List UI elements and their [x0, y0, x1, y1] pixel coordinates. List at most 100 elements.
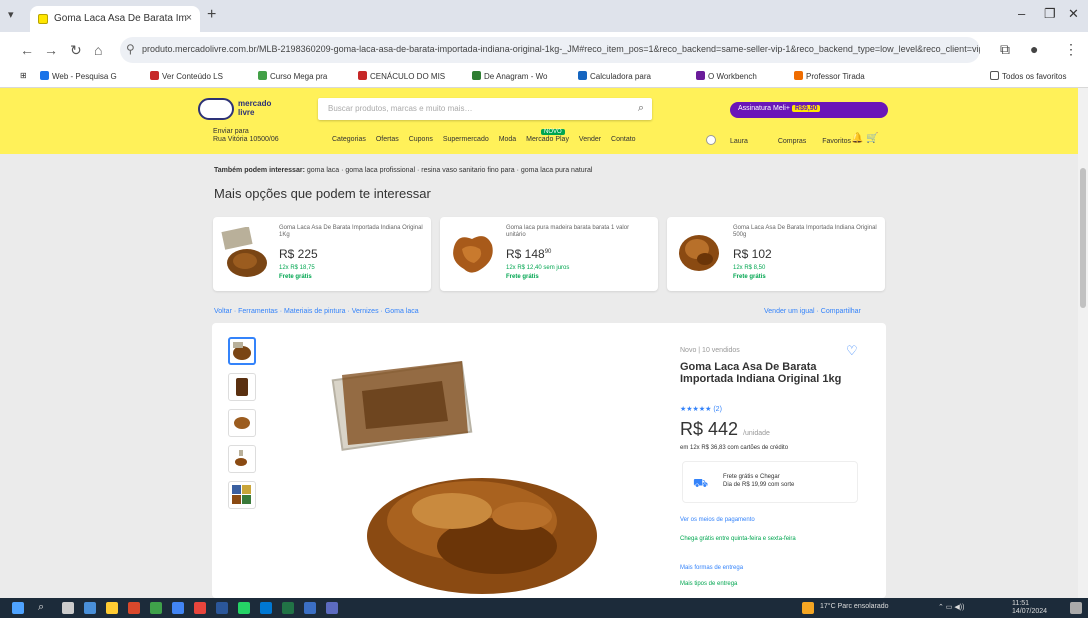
app-icon[interactable] [84, 602, 96, 614]
gallery-thumbnail[interactable] [228, 373, 256, 401]
bookmark-item[interactable]: Web - Pesquisa G [40, 71, 117, 81]
app-icon[interactable] [128, 602, 140, 614]
bookmark-item[interactable]: O Workbench [696, 71, 757, 81]
tray-icons[interactable]: ⌃ ▭ ◀)) [938, 603, 964, 611]
recommended-product-card[interactable]: Goma Laca Asa De Barata Importada Indian… [667, 217, 885, 291]
nav-ofertas[interactable]: Ofertas [376, 136, 399, 143]
installments-text: em 12x R$ 36,83 com cartões de crédito [680, 445, 789, 451]
product-title: Goma Laca Asa De Barata Importada Indian… [680, 361, 842, 385]
promo-banner[interactable]: Assinatura Meli+ R$9,90 [730, 102, 888, 118]
browser-tab[interactable]: Goma Laca Asa De Barata Im × [30, 6, 200, 32]
product-main-image[interactable] [322, 341, 622, 598]
minimize-icon[interactable]: – [1018, 6, 1025, 21]
shipping-box[interactable]: ⛟ Frete grátis e Chegar Dia de R$ 19,99 … [682, 461, 858, 503]
excel-icon[interactable] [282, 602, 294, 614]
bookmark-favicon-icon [358, 71, 367, 80]
search-icon[interactable]: ⌕ [38, 601, 44, 614]
gallery-thumbnail[interactable] [228, 445, 256, 473]
new-tab-button[interactable]: + [207, 6, 216, 24]
page-scrollbar[interactable] [1078, 88, 1088, 598]
forward-icon[interactable]: → [44, 42, 58, 58]
favorite-heart-icon[interactable]: ♡ [846, 343, 858, 359]
weather-icon [802, 602, 814, 614]
notification-center-icon[interactable] [1070, 602, 1082, 614]
file-explorer-icon[interactable] [106, 602, 118, 614]
card-shipping: Frete grátis [279, 274, 312, 280]
maximize-icon[interactable]: ❐ [1044, 6, 1056, 22]
user-account[interactable]: Laura [706, 135, 762, 145]
nav-vender[interactable]: Vender [579, 136, 601, 143]
address-bar[interactable]: ⚲ produto.mercadolivre.com.br/MLB-219836… [120, 37, 980, 63]
payment-methods-link[interactable]: Ver os meios de pagamento [680, 517, 755, 523]
app-icon[interactable] [326, 602, 338, 614]
reload-icon[interactable]: ↻ [70, 42, 82, 59]
product-panel: Novo | 10 vendidos ♡ Goma Laca Asa De Ba… [212, 323, 886, 598]
nav-moda[interactable]: Moda [499, 136, 517, 143]
price-unit: /unidade [743, 430, 770, 437]
search-icon[interactable]: ⌕ [638, 102, 644, 115]
mercadolivre-logo[interactable]: mercado livre [198, 96, 290, 122]
nav-categorias[interactable]: Categorias [332, 136, 366, 143]
bookmark-item[interactable]: Todos os favoritos [990, 71, 1066, 81]
menu-icon[interactable]: ⋮ [1064, 41, 1078, 58]
gallery-thumbnail[interactable] [228, 481, 256, 509]
back-icon[interactable]: ← [20, 42, 34, 58]
nav-favoritos[interactable]: Favoritos [822, 138, 851, 145]
condition-sold: Novo | 10 vendidos [680, 347, 740, 354]
app-icon[interactable] [150, 602, 162, 614]
start-icon[interactable] [12, 602, 24, 614]
apps-icon[interactable]: ⊞ [20, 71, 27, 80]
app-icon[interactable] [304, 602, 316, 614]
nav-supermercado[interactable]: Supermercado [443, 136, 489, 143]
cep-label: Enviar para [213, 128, 249, 135]
recommended-product-card[interactable]: Goma Laca Asa De Barata Importada Indian… [213, 217, 431, 291]
site-info-icon[interactable]: ⚲ [126, 42, 135, 56]
cart-icon[interactable]: 🛒 [866, 133, 878, 144]
breadcrumb[interactable]: Voltar · Ferramentas · Materiais de pint… [214, 308, 419, 315]
scrollbar-thumb[interactable] [1080, 168, 1086, 308]
app-icon[interactable] [172, 602, 184, 614]
clock-time: 11:51 [1012, 600, 1029, 607]
weather-text[interactable]: 17°C Parc ensolarado [820, 603, 889, 610]
app-icon[interactable] [260, 602, 272, 614]
home-icon[interactable]: ⌂ [94, 42, 102, 58]
recommended-product-card[interactable]: Goma laca pura madeira barata barata 1 v… [440, 217, 658, 291]
whatsapp-icon[interactable] [238, 602, 250, 614]
more-delivery-options-link[interactable]: Mais formas de entrega [680, 565, 743, 571]
card-price: R$ 225 [279, 247, 318, 261]
share-links[interactable]: Vender um igual · Compartilhar [764, 308, 861, 315]
shipping-subtitle: Dia de R$ 19,99 com sorte [723, 482, 795, 488]
extensions-icon[interactable]: ⧉ [1000, 41, 1010, 58]
tab-title: Goma Laca Asa De Barata Im [54, 13, 187, 24]
clock[interactable]: 11:51 14/07/2024 [1012, 600, 1047, 616]
bookmark-favicon-icon [150, 71, 159, 80]
card-price: R$ 14890 [506, 247, 552, 261]
nav-mercado-play[interactable]: Mercado Play [526, 136, 569, 143]
chrome-icon[interactable] [194, 602, 206, 614]
gallery-thumbnail[interactable] [228, 409, 256, 437]
bookmark-item[interactable]: Professor Tirada [794, 71, 865, 81]
word-icon[interactable] [216, 602, 228, 614]
card-installments: 12x R$ 8,50 [733, 265, 766, 271]
rating[interactable]: ★★★★★ (2) [680, 405, 722, 413]
bookmark-item[interactable]: Ver Conteúdo LS [150, 71, 223, 81]
gallery-thumbnail[interactable] [228, 337, 256, 365]
tab-search-icon[interactable]: ▾ [8, 8, 14, 21]
close-window-icon[interactable]: ✕ [1068, 6, 1079, 22]
nav-cupons[interactable]: Cupons [409, 136, 433, 143]
related-terms[interactable]: goma laca · goma laca profissional · res… [307, 167, 593, 174]
notification-bell-icon[interactable]: 🔔 [851, 133, 863, 144]
profile-icon[interactable]: ● [1030, 41, 1038, 57]
bookmark-item[interactable]: CENÁCULO DO MIS [358, 71, 445, 81]
tab-close-icon[interactable]: × [186, 12, 192, 24]
bookmark-item[interactable]: Calculadora para [578, 71, 651, 81]
nav-compras[interactable]: Compras [778, 138, 806, 145]
card-installments: 12x R$ 12,40 sem juros [506, 265, 570, 271]
bookmark-item[interactable]: De Anagram - Wo [472, 71, 547, 81]
nav-contato[interactable]: Contato [611, 136, 636, 143]
delivery-location[interactable]: Enviar para Rua Vitória 10500/06 [213, 128, 279, 144]
bookmark-item[interactable]: Curso Mega pra [258, 71, 327, 81]
bookmark-favicon-icon [258, 71, 267, 80]
search-input[interactable]: Buscar produtos, marcas e muito mais… ⌕ [318, 98, 652, 120]
task-view-icon[interactable] [62, 602, 74, 614]
